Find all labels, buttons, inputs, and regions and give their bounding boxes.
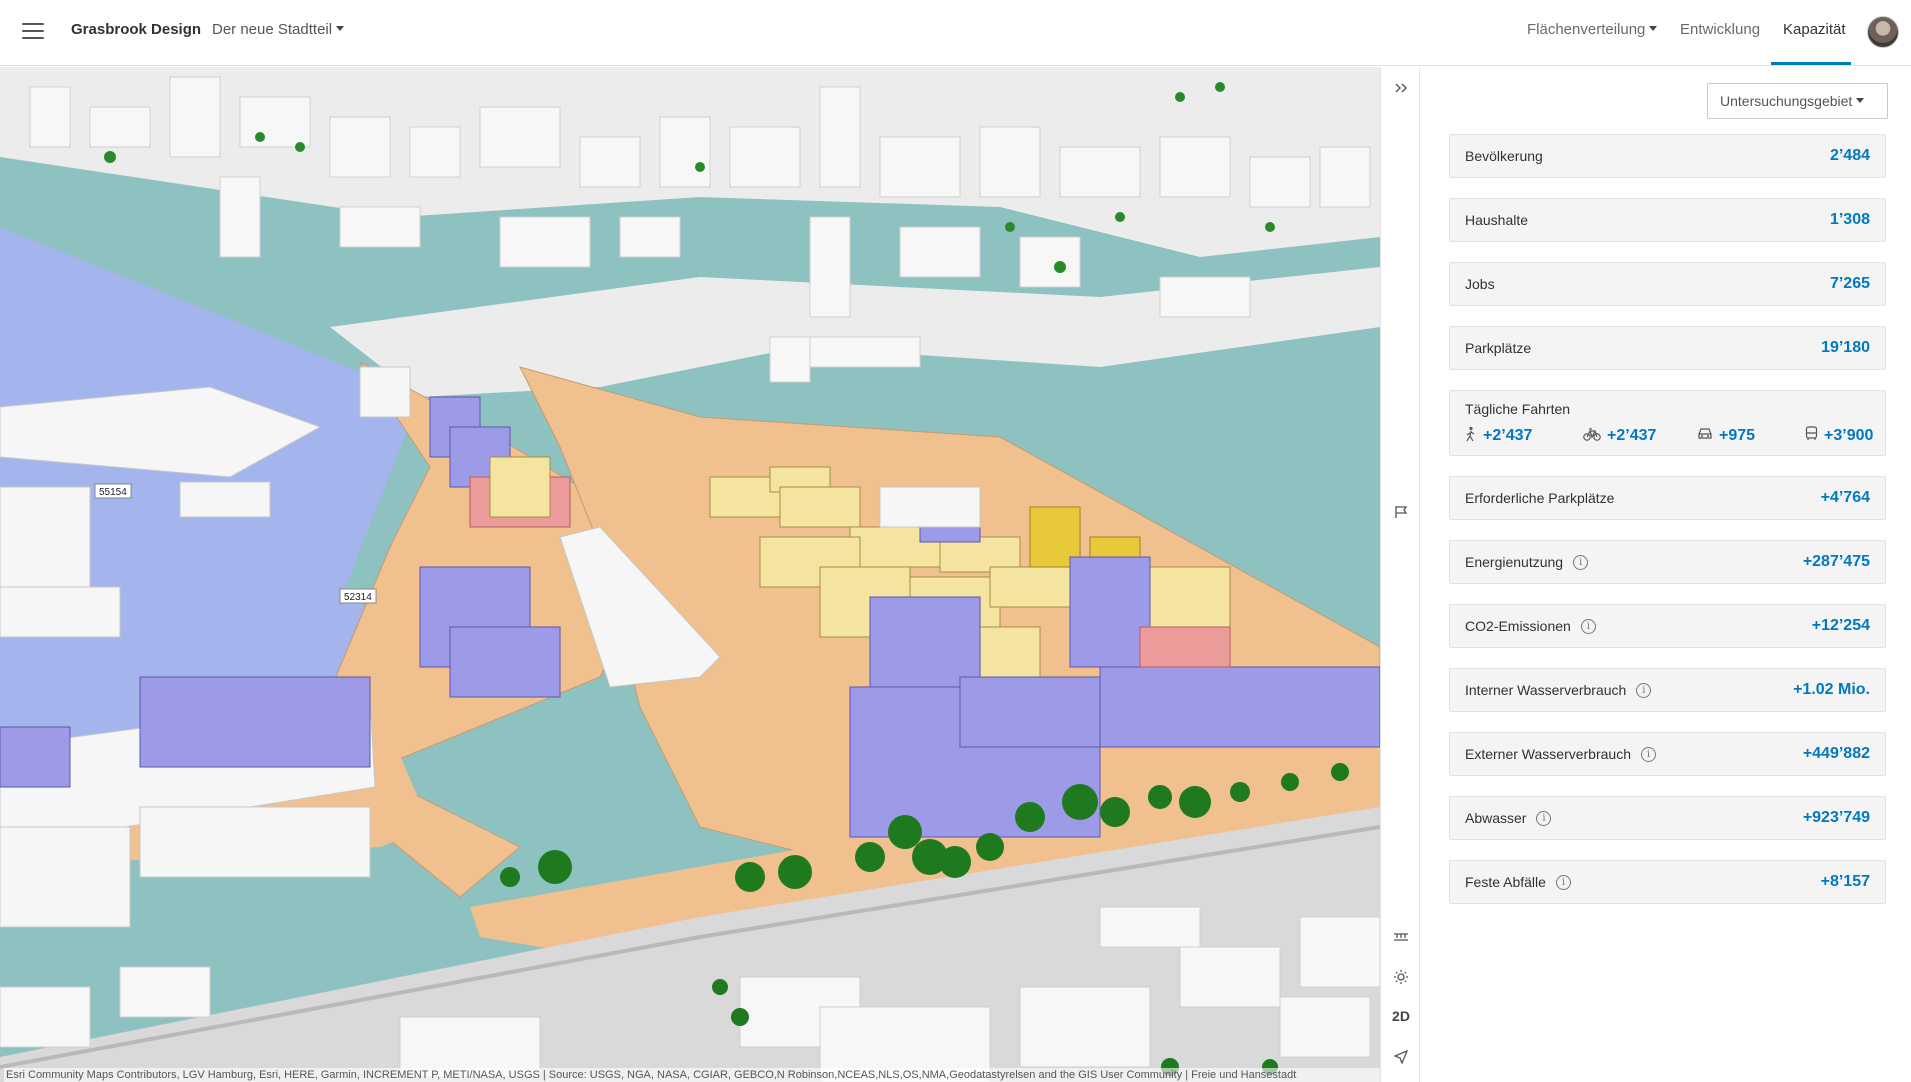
metric-value: +1.02 Mio. — [1793, 681, 1870, 698]
metric-label: Jobs — [1465, 276, 1495, 292]
metric-value: 2’484 — [1829, 147, 1870, 164]
trip-walk-value: +2’437 — [1483, 427, 1533, 444]
nav-kapazitaet[interactable]: Kapazität — [1783, 21, 1846, 38]
metric-label-text: Abwasser — [1465, 810, 1527, 826]
parcel-label: 52314 — [344, 592, 372, 603]
map-attribution: Esri Community Maps Contributors, LGV Ha… — [4, 1068, 1380, 1082]
metric-value: +8’157 — [1820, 873, 1870, 890]
nav-label: Entwicklung — [1680, 21, 1761, 38]
metric-value: +287’475 — [1802, 553, 1870, 570]
bike-icon — [1583, 428, 1601, 441]
metric-value: 7’265 — [1829, 275, 1870, 292]
nav-entwicklung[interactable]: Entwicklung — [1680, 21, 1760, 38]
metric-card-jobs: Jobs 7’265 — [1449, 262, 1886, 306]
active-tab-indicator — [1771, 62, 1851, 65]
metric-card-co2-emissionen: CO2-Emissionen i +12’254 — [1449, 604, 1886, 648]
metric-value: 19’180 — [1821, 339, 1870, 356]
trip-bike-value: +2’437 — [1607, 427, 1657, 444]
car-icon — [1698, 428, 1712, 439]
metric-label-text: Interner Wasserverbrauch — [1465, 682, 1627, 698]
metric-card-haushalte: Haushalte 1’308 — [1449, 198, 1886, 242]
scene-view[interactable]: 55154 52314 Esri Community Maps Contribu… — [0, 67, 1380, 1082]
metric-label: Tägliche Fahrten — [1465, 401, 1571, 417]
walk-icon — [1466, 426, 1475, 442]
avatar[interactable] — [1867, 16, 1899, 48]
metric-card-taegliche-fahrten: Tägliche Fahrten +2’437 +2’437 +975 +3’9… — [1449, 390, 1886, 456]
info-icon[interactable]: i — [1555, 874, 1571, 890]
parcel-label: 55154 — [99, 487, 127, 498]
metric-label-text: Externer Wasserverbrauch — [1465, 746, 1631, 762]
trip-transit-value: +3’900 — [1824, 427, 1874, 444]
area-select[interactable]: Untersuchungsgebiet — [1707, 83, 1888, 119]
metric-value: +449’882 — [1802, 745, 1870, 762]
info-icon[interactable]: i — [1580, 618, 1596, 634]
trip-bike: +2’437 — [1583, 427, 1656, 445]
metric-card-energienutzung: Energienutzung i +287’475 — [1449, 540, 1886, 584]
trip-walk: +2’437 — [1465, 426, 1533, 445]
app-title: Grasbrook Design — [71, 21, 202, 38]
scenario-label: Der neue Stadtteil — [212, 21, 333, 38]
trip-car: +975 — [1697, 427, 1755, 445]
metric-label: Feste Abfälle i — [1465, 874, 1571, 891]
metric-label-text: CO2-Emissionen — [1465, 618, 1571, 634]
info-icon[interactable]: i — [1573, 554, 1589, 570]
chevron-down-icon — [1649, 25, 1658, 31]
metric-label-text: Energienutzung — [1465, 554, 1564, 570]
trip-transit: +3’900 — [1805, 426, 1874, 445]
trip-breakdown: +2’437 +2’437 +975 +3’900 — [1465, 426, 1874, 447]
daylight-flag-icon[interactable] — [1381, 495, 1421, 527]
metric-card-parkplaetze: Parkplätze 19’180 — [1449, 326, 1886, 370]
scenario-dropdown[interactable]: Der neue Stadtteil — [212, 21, 345, 38]
sun-icon[interactable] — [1381, 960, 1421, 992]
metric-label: Bevölkerung — [1465, 148, 1543, 164]
capacity-panel: Untersuchungsgebiet Bevölkerung 2’484 Ha… — [1421, 67, 1911, 1082]
metric-value: 1’308 — [1829, 211, 1870, 228]
chevron-down-icon — [336, 25, 345, 31]
app-header: Grasbrook Design Der neue Stadtteil Fläc… — [0, 0, 1911, 66]
menu-icon[interactable] — [22, 23, 44, 41]
locate-icon[interactable] — [1381, 1040, 1421, 1072]
metric-label: Externer Wasserverbrauch i — [1465, 746, 1656, 763]
info-icon[interactable]: i — [1536, 810, 1552, 826]
metric-label: Interner Wasserverbrauch i — [1465, 682, 1652, 699]
bus-icon — [1805, 426, 1818, 441]
metric-label-text: Feste Abfälle — [1465, 874, 1546, 890]
nav-label: Kapazität — [1783, 21, 1846, 38]
metric-card-externer-wasserverbrauch: Externer Wasserverbrauch i +449’882 — [1449, 732, 1886, 776]
metric-label: Parkplätze — [1465, 340, 1532, 356]
collapse-panel-icon[interactable] — [1381, 71, 1421, 103]
metric-value: +4’764 — [1820, 489, 1870, 506]
metric-card-bevoelkerung: Bevölkerung 2’484 — [1449, 134, 1886, 178]
view-2d-toggle[interactable]: 2D — [1381, 1000, 1421, 1032]
map-scene[interactable]: 55154 52314 — [0, 67, 1380, 1082]
metric-label: Erforderliche Parkplätze — [1465, 490, 1615, 506]
measure-icon[interactable] — [1381, 920, 1421, 952]
metric-label: CO2-Emissionen i — [1465, 618, 1596, 635]
metric-label: Energienutzung i — [1465, 554, 1589, 571]
metric-value: +923’749 — [1802, 809, 1870, 826]
metric-label: Haushalte — [1465, 212, 1529, 228]
metric-value: +12’254 — [1811, 617, 1870, 634]
nav-flaechenverteilung[interactable]: Flächenverteilung — [1527, 21, 1658, 38]
metric-card-erforderliche-parkplaetze: Erforderliche Parkplätze +4’764 — [1449, 476, 1886, 520]
trip-car-value: +975 — [1719, 427, 1756, 444]
nav-label: Flächenverteilung — [1527, 21, 1646, 38]
info-icon[interactable]: i — [1636, 682, 1652, 698]
info-icon[interactable]: i — [1640, 746, 1656, 762]
map-toolbar: 2D — [1380, 67, 1420, 1082]
area-select-value: Untersuchungsgebiet — [1720, 93, 1853, 109]
chevron-down-icon — [1856, 97, 1865, 103]
metric-card-abwasser: Abwasser i +923’749 — [1449, 796, 1886, 840]
metric-card-feste-abfaelle: Feste Abfälle i +8’157 — [1449, 860, 1886, 904]
metric-label: Abwasser i — [1465, 810, 1552, 827]
metric-card-interner-wasserverbrauch: Interner Wasserverbrauch i +1.02 Mio. — [1449, 668, 1886, 712]
